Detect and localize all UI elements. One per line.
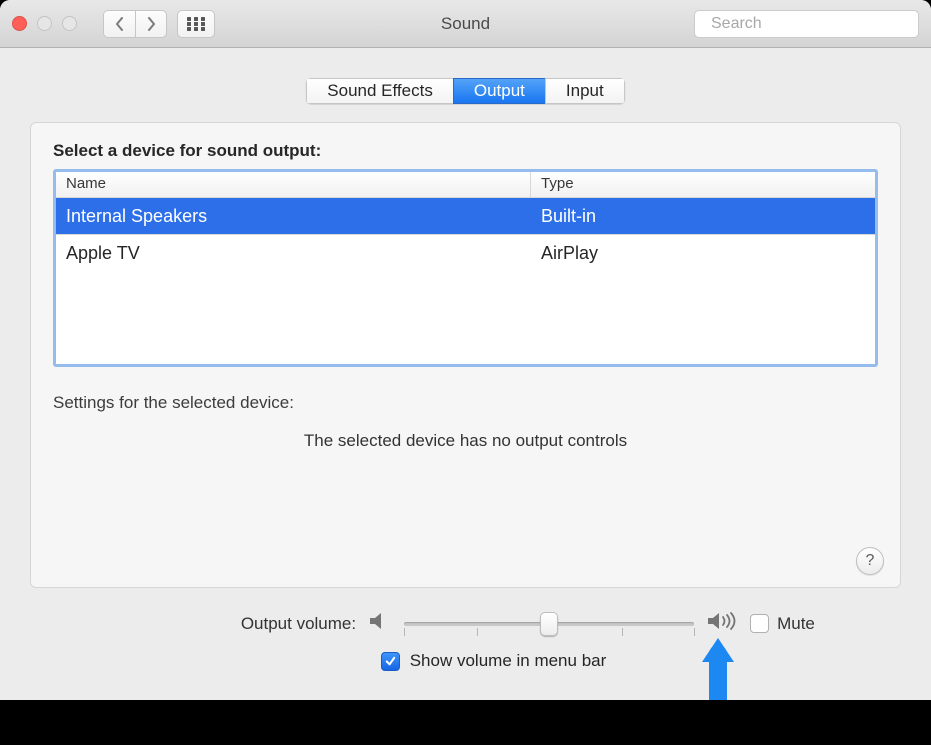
minimize-window-button[interactable] bbox=[37, 16, 52, 31]
show-volume-menubar-label: Show volume in menu bar bbox=[410, 651, 607, 671]
help-icon: ? bbox=[866, 552, 875, 570]
forward-button[interactable] bbox=[135, 10, 167, 38]
device-type: AirPlay bbox=[531, 243, 875, 264]
output-volume-row: Output volume: Mute bbox=[0, 610, 931, 637]
grid-icon bbox=[187, 17, 205, 31]
tab-output[interactable]: Output bbox=[453, 78, 545, 104]
slider-tick bbox=[694, 628, 695, 636]
device-row[interactable]: Apple TV AirPlay bbox=[56, 235, 875, 271]
column-header-type[interactable]: Type bbox=[531, 172, 875, 197]
slider-tick bbox=[477, 628, 478, 636]
search-field[interactable] bbox=[694, 10, 919, 38]
tab-input[interactable]: Input bbox=[545, 78, 625, 104]
window-controls bbox=[12, 16, 77, 31]
device-table[interactable]: Name Type Internal Speakers Built-in App… bbox=[53, 169, 878, 367]
help-button[interactable]: ? bbox=[856, 547, 884, 575]
tab-bar: Sound Effects Output Input bbox=[0, 78, 931, 104]
back-button[interactable] bbox=[103, 10, 135, 38]
device-type: Built-in bbox=[531, 206, 875, 227]
tab-sound-effects[interactable]: Sound Effects bbox=[306, 78, 453, 104]
slider-knob[interactable] bbox=[540, 612, 558, 636]
column-header-name[interactable]: Name bbox=[56, 172, 531, 197]
speaker-high-icon bbox=[706, 610, 738, 637]
search-input[interactable] bbox=[709, 14, 920, 34]
mute-label: Mute bbox=[777, 614, 815, 634]
mute-control[interactable]: Mute bbox=[750, 614, 815, 634]
mute-checkbox[interactable] bbox=[750, 614, 769, 633]
output-volume-slider[interactable] bbox=[404, 614, 694, 634]
zoom-window-button[interactable] bbox=[62, 16, 77, 31]
show-volume-menubar-checkbox[interactable] bbox=[381, 652, 400, 671]
table-header: Name Type bbox=[56, 172, 875, 198]
device-name: Apple TV bbox=[56, 243, 531, 264]
show-volume-menubar-row[interactable]: Show volume in menu bar bbox=[0, 651, 931, 671]
titlebar: Sound bbox=[0, 0, 931, 48]
slider-tick bbox=[622, 628, 623, 636]
settings-for-device-label: Settings for the selected device: bbox=[53, 393, 878, 413]
chevron-left-icon bbox=[115, 17, 125, 31]
device-name: Internal Speakers bbox=[56, 206, 531, 227]
output-panel: Select a device for sound output: Name T… bbox=[30, 122, 901, 588]
speaker-low-icon bbox=[368, 611, 392, 636]
show-all-button[interactable] bbox=[177, 10, 215, 38]
slider-tick bbox=[404, 628, 405, 636]
chevron-right-icon bbox=[146, 17, 156, 31]
no-output-controls-message: The selected device has no output contro… bbox=[53, 431, 878, 451]
sound-preferences-window: Sound Sound Effects Output Input Select … bbox=[0, 0, 931, 700]
close-window-button[interactable] bbox=[12, 16, 27, 31]
nav-buttons bbox=[103, 10, 167, 38]
section-title: Select a device for sound output: bbox=[53, 141, 878, 161]
device-row[interactable]: Internal Speakers Built-in bbox=[56, 198, 875, 234]
output-volume-label: Output volume: bbox=[116, 614, 356, 634]
